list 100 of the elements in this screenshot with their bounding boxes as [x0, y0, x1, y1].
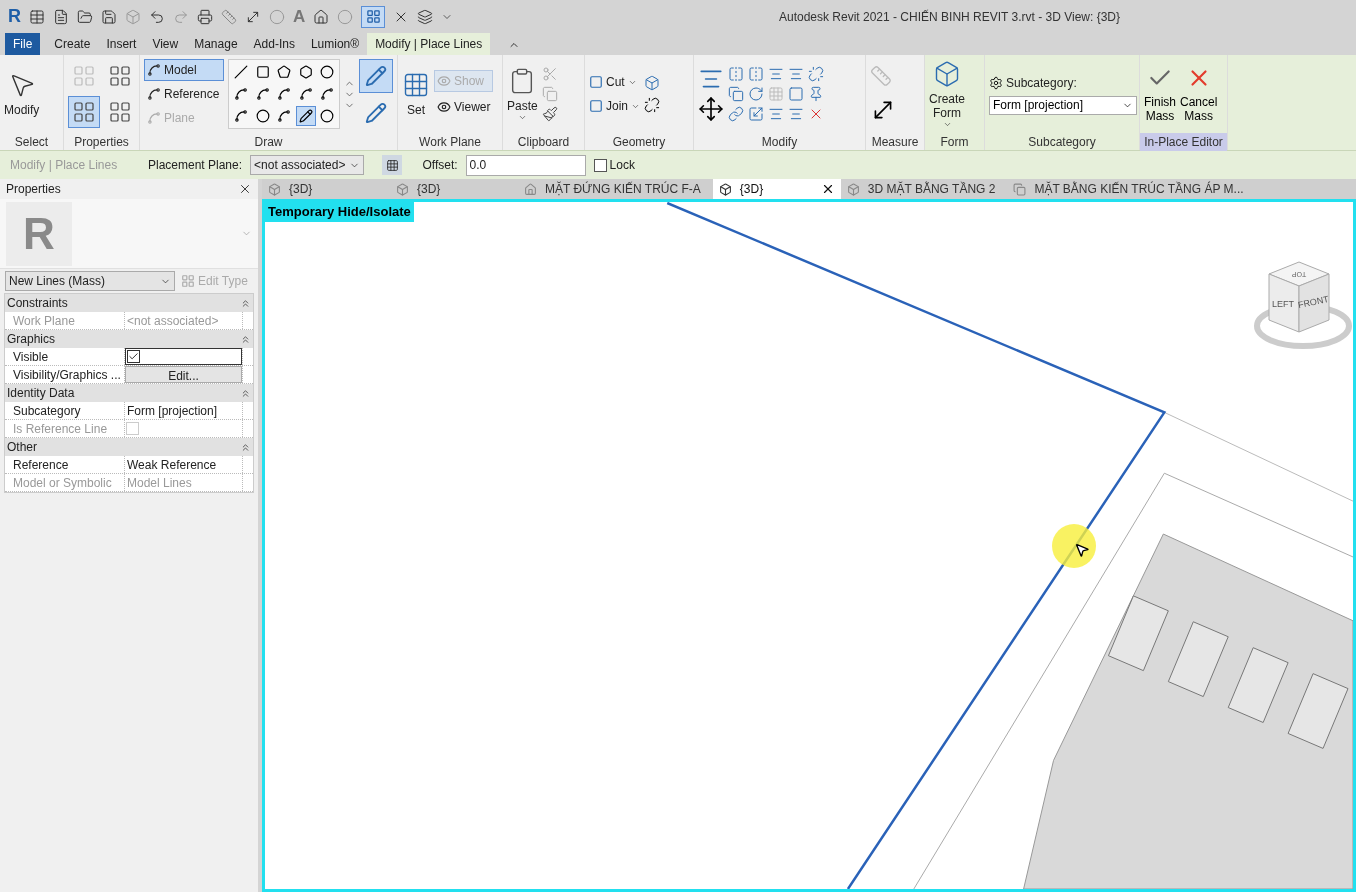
- brush-icon[interactable]: [541, 106, 558, 122]
- eye-icon: [437, 74, 451, 88]
- document-tab[interactable]: MẶT ĐỨNG KIẾN TRÚC F-A: [518, 179, 713, 199]
- document-tab[interactable]: {3D}: [262, 179, 390, 199]
- modify-tool-icon[interactable]: [748, 86, 764, 102]
- save-icon[interactable]: [101, 8, 117, 25]
- draw-tool-icon[interactable]: [295, 106, 316, 126]
- document-tab[interactable]: {3D}: [390, 179, 518, 199]
- ribbon-tab[interactable]: Create: [46, 33, 99, 55]
- lines-icon: [365, 9, 381, 24]
- create-form-button[interactable]: Create Form: [929, 59, 966, 129]
- modify-tool-icon[interactable]: [728, 106, 744, 122]
- measure-icon[interactable]: [221, 8, 237, 25]
- type-selector[interactable]: New Lines (Mass): [5, 271, 175, 291]
- modify-tool-icon[interactable]: [808, 86, 824, 102]
- panel-title: Subcategory: [1027, 133, 1097, 151]
- modify-tool-icon[interactable]: [788, 86, 804, 102]
- ribbon-tab[interactable]: View: [144, 33, 187, 55]
- pointer-icon: [1074, 542, 1090, 558]
- view-type-icon: [524, 182, 537, 196]
- modify-tool-icon[interactable]: [768, 106, 784, 122]
- panel-title: Properties: [73, 133, 130, 151]
- modify-tool-icon[interactable]: [808, 66, 824, 82]
- placement-plane-select[interactable]: <not associated>: [250, 155, 365, 175]
- modify-tool-icon[interactable]: [748, 106, 764, 122]
- view-type-icon: [718, 182, 732, 196]
- ribbon-tab[interactable]: Manage: [186, 33, 246, 55]
- subcategory-select[interactable]: Form [projection]: [989, 95, 1137, 115]
- unjoin-icon[interactable]: [644, 97, 660, 113]
- geometry-button[interactable]: Join: [589, 97, 640, 115]
- geometry-button[interactable]: Cut: [589, 73, 640, 91]
- property-value[interactable]: Weak Reference: [125, 455, 217, 474]
- subcategory-label: Subcategory:: [1006, 74, 1077, 92]
- line-icon: [147, 111, 161, 125]
- set-button[interactable]: Set: [402, 71, 430, 117]
- cube-face-label[interactable]: LEFT: [1272, 299, 1294, 309]
- ribbon-tab[interactable]: Modify | Place Lines: [367, 33, 491, 55]
- temporary-hide-banner: Temporary Hide/Isolate: [265, 202, 414, 222]
- property-checkbox[interactable]: [127, 350, 140, 363]
- property-name: Model or Symbolic: [5, 474, 125, 491]
- collapse-icon[interactable]: [240, 387, 251, 399]
- modify-tool-icon[interactable]: [788, 106, 804, 122]
- offset-label: Offset:: [422, 157, 458, 174]
- modify-tool-icon[interactable]: [728, 86, 744, 102]
- lock-checkbox[interactable]: Lock: [593, 156, 635, 174]
- offset-field[interactable]: 0.0: [465, 154, 586, 176]
- collapse-icon[interactable]: [240, 441, 251, 453]
- view-type-icon: [396, 182, 409, 196]
- draw-mode-button[interactable]: Model: [144, 59, 225, 81]
- app-logo[interactable]: R: [8, 3, 21, 30]
- edit-button[interactable]: Edit...: [125, 366, 242, 383]
- new-file-icon[interactable]: [53, 8, 69, 25]
- window-title: Autodesk Revit 2021 - CHIẾN BINH REVIT 3.rvt - 3D View: {3D}: [778, 8, 1120, 26]
- print-icon[interactable]: [197, 8, 213, 25]
- paste-button[interactable]: Paste: [507, 66, 538, 122]
- panel-title: Properties: [6, 181, 61, 198]
- document-tab[interactable]: 3D MẶT BẰNG TẦNG 2: [840, 179, 1008, 199]
- ribbon-tab[interactable]: Add-Ins: [245, 33, 303, 55]
- panel-title: Measure: [870, 133, 920, 151]
- ribbon-tab[interactable]: File: [5, 33, 41, 55]
- property-name: Visible: [5, 348, 125, 365]
- panel-title: Modify: [760, 133, 799, 151]
- ribbon-tab[interactable]: Insert: [98, 33, 145, 55]
- property-value[interactable]: Form [projection]: [125, 401, 218, 420]
- modify-tool-icon[interactable]: [768, 66, 784, 82]
- panel-title: Draw: [253, 133, 284, 151]
- property-name: Subcategory: [5, 402, 125, 419]
- finish-mass-button[interactable]: Finish Mass: [1144, 65, 1176, 123]
- cancel-mass-button[interactable]: Cancel Mass: [1180, 65, 1218, 123]
- property-name: Reference: [5, 456, 125, 473]
- undo-icon[interactable]: [149, 8, 165, 25]
- panel-title: Geometry: [611, 133, 667, 151]
- group-header[interactable]: Other: [7, 438, 37, 456]
- work-plane-button[interactable]: Viewer: [434, 96, 494, 118]
- document-tab[interactable]: MẶT BẰNG KIẾN TRÚC TẦNG ÁP M...: [1007, 179, 1256, 199]
- view-type-icon: [268, 182, 281, 196]
- property-name: Work Plane: [5, 312, 125, 329]
- type-preview-image: R: [6, 201, 72, 266]
- panel-title: Select: [13, 133, 50, 151]
- draw-mode-button[interactable]: Reference: [144, 83, 225, 105]
- cursor-highlight: [1052, 524, 1096, 568]
- open-folder-icon[interactable]: [77, 8, 93, 25]
- eye-icon: [437, 100, 451, 114]
- shape-icon: [589, 75, 603, 89]
- properties-tool-icon[interactable]: [68, 96, 100, 128]
- collapse-icon[interactable]: [240, 333, 251, 345]
- panel-title: Clipboard: [516, 133, 571, 151]
- document-tab[interactable]: {3D}: [712, 179, 841, 199]
- modify-tool-icon[interactable]: [788, 66, 804, 82]
- collapse-icon[interactable]: [240, 297, 251, 309]
- ribbon-tab[interactable]: Lumion®: [302, 33, 368, 55]
- group-header[interactable]: Graphics: [7, 330, 56, 348]
- panel-title: In-Place Editor: [1140, 132, 1227, 151]
- close-icon[interactable]: [238, 182, 252, 196]
- move-icon[interactable]: [698, 96, 724, 122]
- thin-lines-toggle[interactable]: [361, 5, 386, 28]
- grid-icon: [402, 71, 430, 99]
- modify-button[interactable]: Modify: [4, 71, 40, 117]
- draw-surface-icon[interactable]: [359, 58, 393, 93]
- placement-plane-label: Placement Plane:: [148, 157, 243, 174]
